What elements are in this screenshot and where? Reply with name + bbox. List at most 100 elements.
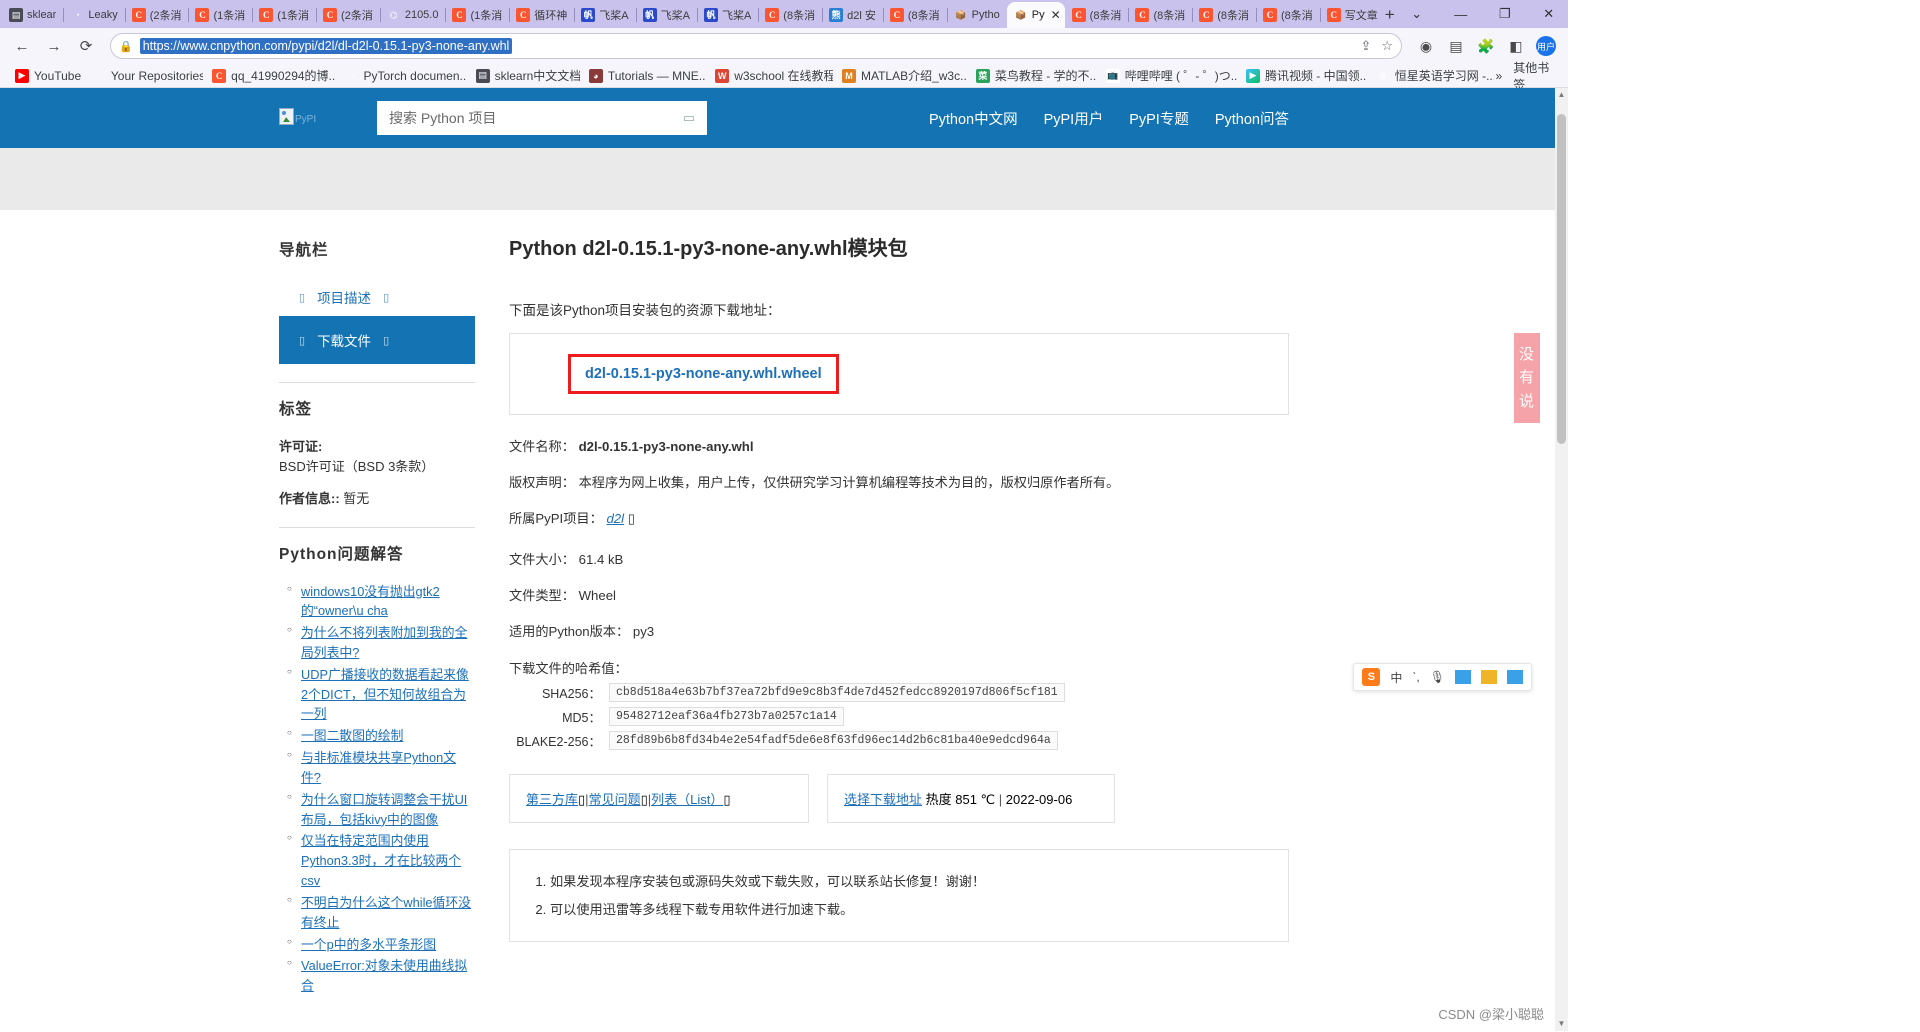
sidepanel-icon[interactable]: ◧ bbox=[1502, 32, 1530, 60]
qa-link[interactable]: 不明白为什么这个while循环没有终止 bbox=[301, 895, 471, 930]
browser-tab[interactable]: 帆飞桨A bbox=[696, 2, 758, 28]
browser-tab[interactable]: 帆飞桨A bbox=[574, 2, 635, 28]
puzzle-icon[interactable]: 🧩 bbox=[1472, 32, 1500, 60]
hash-row-md5: MD5： 95482712eaf36a4fb273b7a0257c1a14 bbox=[509, 706, 1289, 726]
qa-link[interactable]: 仅当在特定范围内使用Python3.3时，才在比较两个csv bbox=[301, 833, 461, 888]
browser-tab[interactable]: 帆飞桨A bbox=[635, 2, 697, 28]
browser-tab[interactable]: C 写文章 bbox=[1319, 2, 1385, 28]
link-list[interactable]: 列表（List） bbox=[651, 792, 723, 807]
apps-icon[interactable] bbox=[1507, 670, 1523, 684]
browser-tab[interactable]: C (1条消 bbox=[252, 2, 316, 28]
search-input[interactable]: 搜索 Python 项目 ▭ bbox=[377, 101, 707, 135]
bookmark-label: w3school 在线教程 bbox=[734, 69, 833, 83]
browser-tab[interactable]: ⌬ 2105.0 bbox=[379, 2, 446, 28]
mic-icon[interactable]: 🎙 bbox=[1430, 670, 1445, 684]
browser-tab[interactable]: C (8条消 bbox=[1192, 2, 1256, 28]
bookmark-item[interactable]: ◍ 恒星英语学习网 -... bbox=[1369, 65, 1494, 87]
qa-link[interactable]: UDP广播接收的数据看起来像2个DICT，但不知何故组合为一列 bbox=[301, 667, 469, 722]
share-icon[interactable]: ⇪ bbox=[1360, 38, 1371, 54]
bookmark-item[interactable]: Your Repositories bbox=[85, 65, 203, 87]
search-icon[interactable]: ▭ bbox=[683, 110, 695, 126]
reload-icon[interactable]: ⟳ bbox=[72, 32, 100, 60]
profile-circle-icon[interactable]: ◉ bbox=[1412, 32, 1440, 60]
vertical-scrollbar[interactable]: ▲ ▼ bbox=[1555, 88, 1568, 1031]
link-faq[interactable]: 常见问题 bbox=[589, 792, 641, 807]
address-bar[interactable]: 🔒 https://www.cnpython.com/pypi/d2l/dl-d… bbox=[110, 33, 1402, 59]
reading-list-icon[interactable]: ▤ bbox=[1442, 32, 1470, 60]
overflow-chevron-icon[interactable]: » bbox=[1496, 69, 1503, 83]
browser-tab[interactable]: C (8条消 bbox=[1128, 2, 1192, 28]
scroll-down-icon[interactable]: ▼ bbox=[1555, 1017, 1568, 1031]
link-third-party-libs[interactable]: 第三方库 bbox=[526, 792, 578, 807]
browser-tab[interactable]: C (8条消 bbox=[882, 2, 947, 28]
browser-tab[interactable]: C (1条消 bbox=[188, 2, 252, 28]
bookmark-item[interactable]: ◕ Tutorials — MNE... bbox=[582, 65, 706, 87]
avatar[interactable]: 用户 bbox=[1532, 32, 1560, 60]
back-icon[interactable]: ← bbox=[8, 32, 36, 60]
nav-link-python-cn[interactable]: Python中文网 bbox=[929, 108, 1018, 129]
csdn-icon: C bbox=[131, 8, 146, 22]
hash-value[interactable]: 95482712eaf36a4fb273b7a0257c1a14 bbox=[609, 706, 844, 726]
tab-search-icon[interactable]: ⌄ bbox=[1395, 0, 1439, 28]
comma-icon[interactable]: ˋ, bbox=[1412, 670, 1419, 684]
qa-link[interactable]: 为什么不将列表附加到我的全局列表中? bbox=[301, 625, 467, 660]
qa-link[interactable]: 一图二散图的绘制 bbox=[301, 728, 403, 743]
qa-link[interactable]: 与非标准模块共享Python文件? bbox=[301, 750, 456, 785]
browser-tab[interactable]: ◔ Leaky bbox=[63, 2, 124, 28]
minimize-button[interactable]: — bbox=[1439, 0, 1483, 28]
qa-link[interactable]: windows10没有抛出gtk2的“owner\u cha bbox=[301, 584, 440, 619]
bookmark-star-icon[interactable]: ☆ bbox=[1381, 38, 1393, 54]
scroll-up-icon[interactable]: ▲ bbox=[1555, 88, 1568, 102]
sidebar-item-project-description[interactable]: ▯ 项目描述 ▯ bbox=[279, 278, 475, 316]
browser-tab[interactable]: C (8条消 bbox=[1256, 2, 1320, 28]
scrollbar-thumb[interactable] bbox=[1557, 114, 1566, 444]
close-icon[interactable]: ✕ bbox=[1051, 8, 1061, 22]
bookmark-item[interactable]: Ww3school 在线教程 bbox=[708, 65, 833, 87]
divider bbox=[279, 526, 475, 528]
nav-link-pypi-users[interactable]: PyPI用户 bbox=[1044, 108, 1104, 129]
forward-icon[interactable]: → bbox=[40, 32, 68, 60]
ime-mode-label[interactable]: 中 bbox=[1390, 669, 1402, 686]
browser-tab[interactable]: C (1条消 bbox=[445, 2, 509, 28]
qa-link[interactable]: 为什么窗口旋转调整会干扰UI布局，包括kivy中的图像 bbox=[301, 792, 467, 827]
nav-link-python-qa[interactable]: Python问答 bbox=[1215, 108, 1289, 129]
browser-tab[interactable]: C 循环神 bbox=[509, 2, 574, 28]
sogou-logo-icon[interactable]: S bbox=[1362, 668, 1381, 686]
bookmark-item[interactable]: ▶ 腾讯视频 - 中国领... bbox=[1239, 65, 1367, 87]
bookmark-item[interactable]: Cqq_41990294的博... bbox=[205, 65, 335, 87]
bookmark-item[interactable]: 菜菜鸟教程 - 学的不... bbox=[969, 65, 1097, 87]
sidebar-item-download-files[interactable]: ▯ 下载文件 ▯ bbox=[279, 316, 475, 364]
floating-side-tab[interactable]: 没有说 bbox=[1514, 333, 1540, 423]
nav-link-pypi-topics[interactable]: PyPI专题 bbox=[1129, 108, 1189, 129]
bookmark-item[interactable]: ◔ PyTorch documen... bbox=[337, 65, 467, 87]
browser-tab[interactable]: C (2条消 bbox=[124, 2, 189, 28]
link-select-download-address[interactable]: 选择下载地址 bbox=[844, 792, 922, 807]
csdn-icon: C bbox=[1135, 8, 1150, 22]
browser-tab-active[interactable]: 📦 Py ✕ bbox=[1006, 2, 1065, 28]
bookmark-item[interactable]: 📺 哔哩哔哩 ( ゜- ゜)つ... bbox=[1099, 65, 1237, 87]
browser-tab[interactable]: ▤ sklear bbox=[2, 2, 63, 28]
list-item: UDP广播接收的数据看起来像2个DICT，但不知何故组合为一列 bbox=[287, 665, 475, 724]
toolbox-icon[interactable] bbox=[1481, 670, 1497, 684]
maximize-button[interactable]: ❐ bbox=[1483, 0, 1527, 28]
pypi-logo[interactable]: PyPI bbox=[279, 108, 316, 128]
browser-tab[interactable]: C (8条消 bbox=[1065, 2, 1129, 28]
hash-value[interactable]: cb8d518a4e63b7bf37ea72bfd9e9c8b3f4de7d45… bbox=[609, 682, 1065, 702]
paddle-icon: 帆 bbox=[703, 8, 718, 22]
qa-link[interactable]: 一个p中的多水平条形图 bbox=[301, 937, 436, 952]
bookmark-item[interactable]: ▶ YouTube bbox=[8, 65, 83, 87]
browser-tab[interactable]: 📦 Pytho bbox=[946, 2, 1007, 28]
download-file-link[interactable]: d2l-0.15.1-py3-none-any.whl.wheel bbox=[585, 366, 822, 382]
browser-tab[interactable]: C (8条消 bbox=[758, 2, 822, 28]
new-tab-button[interactable]: + bbox=[1385, 2, 1395, 28]
hash-value[interactable]: 28fd89b6b8fd34b4e2e54fadf5de6e8f63fd96ec… bbox=[609, 730, 1058, 750]
browser-tab[interactable]: 熊 d2l 安 bbox=[822, 2, 883, 28]
bookmark-item[interactable]: M MATLAB介绍_w3c... bbox=[835, 65, 967, 87]
keyboard-icon[interactable] bbox=[1455, 670, 1471, 684]
bookmark-item[interactable]: ▤ sklearn中文文档 bbox=[469, 65, 580, 87]
browser-tab[interactable]: C (2条消 bbox=[316, 2, 380, 28]
qa-link[interactable]: ValueError:对象未使用曲线拟合 bbox=[301, 958, 467, 993]
pypi-project-link[interactable]: d2l bbox=[606, 511, 624, 526]
close-window-button[interactable]: ✕ bbox=[1527, 0, 1571, 28]
bookmark-label: sklearn中文文档 bbox=[494, 69, 580, 83]
